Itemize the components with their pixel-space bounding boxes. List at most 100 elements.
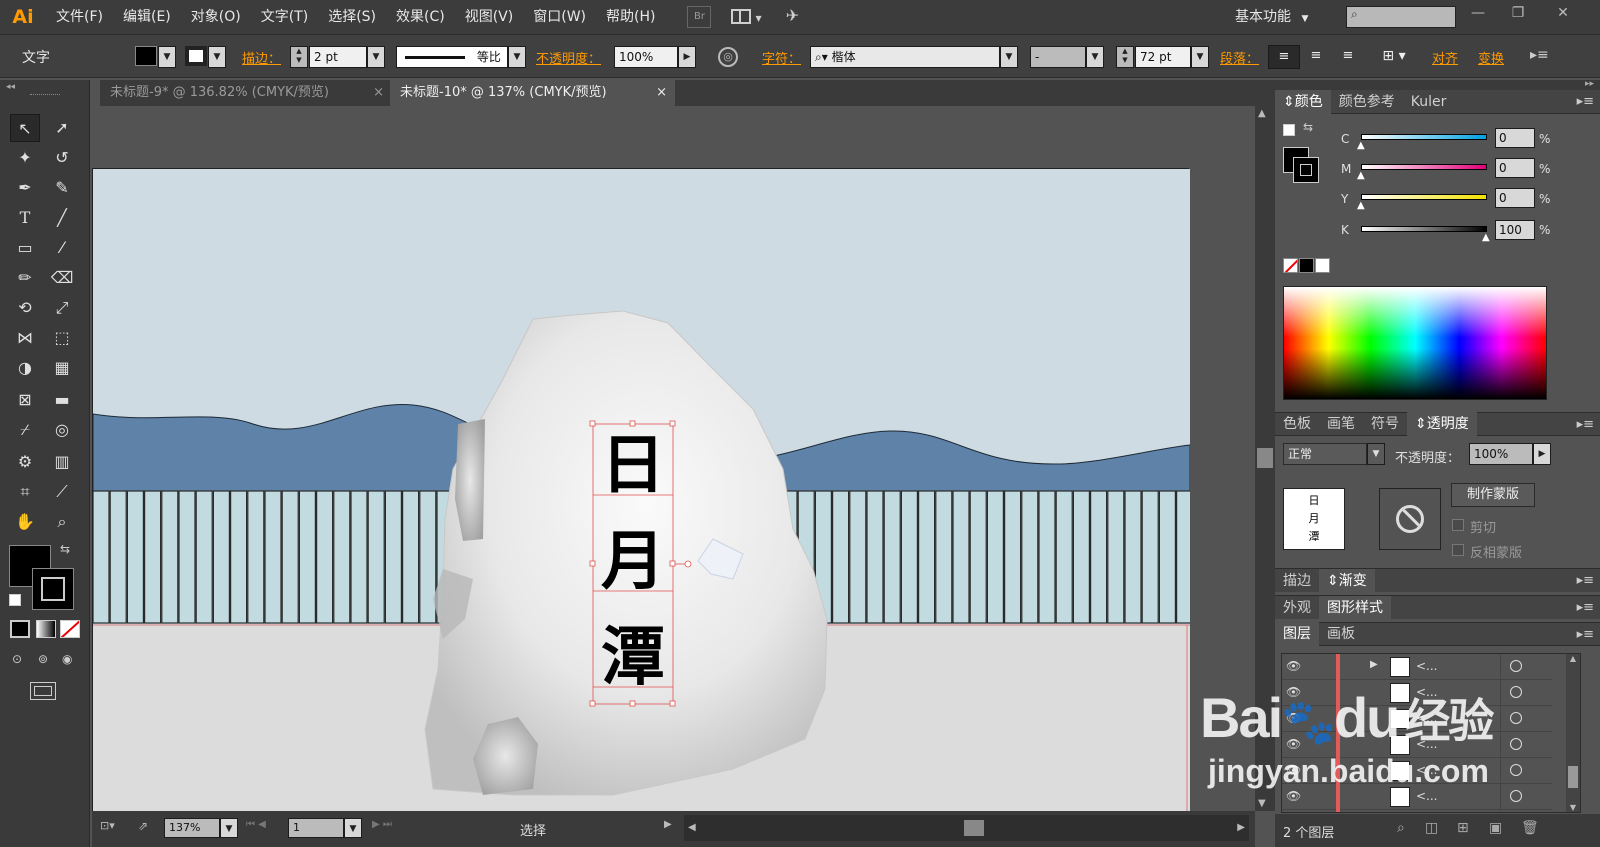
font-size-stepper[interactable]: ▲ ▼ — [1116, 46, 1134, 68]
stroke-weight-stepper[interactable]: ▲ ▼ — [290, 46, 308, 68]
font-size-dropdown[interactable]: ▼ — [1191, 46, 1209, 68]
opacity-label[interactable]: 不透明度： — [536, 48, 601, 67]
align-panel-link[interactable]: 对齐 — [1432, 48, 1458, 67]
scroll-right-icon[interactable]: ▶ — [1237, 822, 1245, 833]
color-stroke-proxy[interactable] — [1293, 157, 1319, 183]
transparency-opacity-field[interactable]: 100% — [1469, 443, 1533, 465]
expand-panels-icon[interactable]: ▸▸ — [1585, 79, 1594, 89]
pencil-tool-icon[interactable]: ✏ — [10, 264, 40, 292]
default-fill-stroke-icon[interactable] — [1283, 124, 1295, 136]
tab-document-10[interactable]: 未标题-10* @ 137% (CMYK/预览) × — [390, 80, 675, 106]
stroke-swatch[interactable] — [185, 46, 207, 66]
tab-swatches[interactable]: 色板 — [1275, 412, 1319, 436]
minimize-icon[interactable]: — — [1460, 2, 1496, 24]
menu-window[interactable]: 窗口(W) — [523, 0, 596, 34]
black-swatch[interactable] — [1299, 258, 1314, 273]
horizontal-scrollbar[interactable]: ◀ ▶ — [684, 815, 1249, 841]
restore-icon[interactable]: ❐ — [1500, 2, 1536, 24]
font-style-field[interactable]: - — [1030, 46, 1086, 68]
tab-graphic-styles[interactable]: 图形样式 — [1319, 595, 1391, 620]
mask-thumbnail[interactable] — [1379, 488, 1441, 550]
default-colors-icon[interactable] — [9, 594, 21, 606]
transparency-menu-icon[interactable]: ▸≡ — [1577, 417, 1594, 432]
blend-mode-select[interactable]: 正常 — [1283, 443, 1367, 465]
status-arrow-icon[interactable]: ▶ — [664, 819, 672, 830]
delete-layer-icon[interactable]: 🗑 — [1521, 820, 1539, 836]
status-menu-icon[interactable]: ⊡▾ — [100, 819, 115, 832]
fill-swatch[interactable] — [135, 46, 157, 66]
channel-m-field[interactable]: 0 — [1495, 158, 1535, 178]
visibility-eye-icon[interactable]: 👁 — [1286, 789, 1301, 803]
draw-inside-icon[interactable]: ◉ — [62, 652, 84, 670]
white-swatch[interactable] — [1315, 258, 1330, 273]
menu-select[interactable]: 选择(S) — [318, 0, 386, 34]
control-menu-icon[interactable]: ▸≡ — [1530, 47, 1549, 63]
character-label[interactable]: 字符： — [762, 48, 801, 67]
tab-brushes[interactable]: 画笔 — [1319, 412, 1363, 436]
help-search-input[interactable]: ⌕ — [1346, 6, 1456, 28]
tab-color-guide[interactable]: 颜色参考 — [1331, 90, 1403, 114]
none-color-swatch[interactable] — [1283, 258, 1298, 273]
make-mask-button[interactable]: 制作蒙版 — [1451, 483, 1535, 507]
swap-fill-stroke-icon[interactable]: ⇆ — [60, 542, 70, 556]
eyedropper-tool-icon[interactable]: ⌿ — [10, 416, 40, 444]
menu-type[interactable]: 文字(T) — [251, 0, 318, 34]
transparency-opacity-arrow[interactable]: ▶ — [1533, 443, 1551, 465]
font-style-dropdown[interactable]: ▼ — [1086, 46, 1104, 68]
shape-builder-tool-icon[interactable]: ◑ — [10, 354, 40, 382]
menu-effect[interactable]: 效果(C) — [386, 0, 455, 34]
align-right-icon[interactable]: ≡ — [1332, 45, 1364, 69]
artboard-number-field[interactable]: 1 — [288, 818, 344, 838]
mesh-tool-icon[interactable]: ⊠ — [10, 386, 40, 414]
layers-scroll-thumb[interactable] — [1568, 766, 1578, 788]
slice-tool-icon[interactable]: ⟋ — [47, 478, 77, 506]
target-circle-icon[interactable] — [1510, 790, 1522, 802]
rectangle-tool-icon[interactable]: ▭ — [10, 234, 40, 262]
zoom-dropdown[interactable]: ▼ — [220, 818, 238, 838]
stroke-gradient-menu-icon[interactable]: ▸≡ — [1577, 573, 1594, 588]
tab-layers[interactable]: 图层 — [1275, 622, 1319, 646]
first-artboard-icon[interactable]: ⏮ ◀ — [246, 819, 266, 830]
layers-scrollbar[interactable]: ▲ ▼ — [1566, 654, 1580, 812]
swap-color-icon[interactable]: ⇆ — [1303, 120, 1313, 134]
align-left-icon[interactable]: ≡ — [1268, 45, 1300, 69]
clip-checkbox[interactable] — [1452, 519, 1464, 531]
color-mode-icon[interactable] — [10, 620, 30, 638]
workspace-switcher[interactable]: 基本功能 ▼ — [1235, 6, 1308, 26]
share-icon[interactable]: ⇗ — [138, 819, 148, 833]
channel-m-slider[interactable] — [1361, 164, 1487, 170]
menu-object[interactable]: 对象(O) — [181, 0, 251, 34]
lasso-tool-icon[interactable]: ↺ — [47, 144, 77, 172]
target-circle-icon[interactable] — [1510, 712, 1522, 724]
arrange-documents-icon[interactable]: ▼ — [727, 6, 763, 28]
stroke-dropdown[interactable]: ▼ — [208, 46, 226, 68]
close-window-icon[interactable]: ✕ — [1545, 2, 1581, 24]
layer-name[interactable]: <... — [1416, 659, 1438, 673]
menu-help[interactable]: 帮助(H) — [596, 0, 665, 34]
visibility-eye-icon[interactable]: 👁 — [1286, 659, 1301, 673]
channel-c-field[interactable]: 0 — [1495, 128, 1535, 148]
channel-y-thumb[interactable]: ▲ — [1357, 200, 1365, 211]
scroll-up-icon[interactable]: ▲ — [1258, 108, 1266, 119]
free-transform-tool-icon[interactable]: ⬚ — [47, 324, 77, 352]
tab-gradient[interactable]: ⇕渐变 — [1319, 568, 1375, 593]
channel-k-field[interactable]: 100 — [1495, 220, 1535, 240]
font-family-field[interactable]: ⌕▾ 楷体 — [810, 46, 1000, 68]
layers-scroll-down-icon[interactable]: ▼ — [1566, 803, 1580, 812]
target-circle-icon[interactable] — [1510, 686, 1522, 698]
channel-c-slider[interactable] — [1361, 134, 1487, 140]
tab-kuler[interactable]: Kuler — [1403, 90, 1455, 114]
h-scroll-thumb[interactable] — [964, 820, 984, 836]
stroke-profile-select[interactable]: 等比 — [396, 46, 508, 68]
object-thumbnail[interactable]: 日 月 潭 — [1283, 488, 1345, 550]
line-tool-icon[interactable]: ╱ — [47, 204, 77, 232]
collapse-toolbar-icon[interactable]: ◂◂ — [6, 82, 15, 92]
layers-menu-icon[interactable]: ▸≡ — [1577, 627, 1594, 642]
fill-dropdown[interactable]: ▼ — [158, 46, 176, 68]
layer-row[interactable]: 👁 ▶ <... — [1282, 654, 1552, 680]
hand-tool-icon[interactable]: ✋ — [10, 508, 40, 536]
channel-k-slider[interactable] — [1361, 226, 1487, 232]
canvas-area[interactable]: 日 月 潭 — [92, 106, 1255, 811]
next-artboard-icon[interactable]: ▶ ⏭ — [372, 819, 392, 830]
blend-mode-dropdown[interactable]: ▼ — [1367, 443, 1385, 465]
